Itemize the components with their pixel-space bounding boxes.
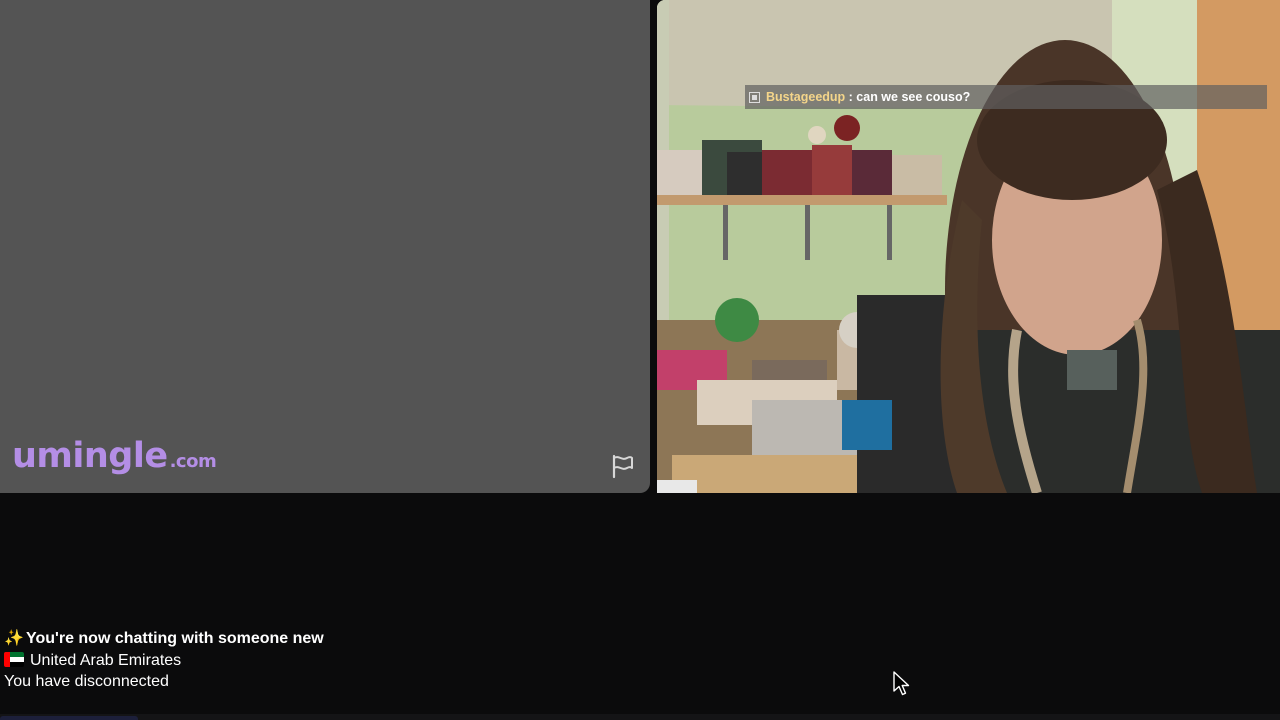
sparkles-icon: ✨	[4, 630, 24, 647]
logo-tld: .com	[169, 451, 217, 472]
report-button[interactable]	[609, 452, 637, 480]
chat-line-new-partner: ✨ You're now chatting with someone new	[4, 628, 324, 650]
input-tab[interactable]	[0, 716, 138, 720]
self-video-panel: umingle .com	[0, 0, 650, 493]
chat-line-text: United Arab Emirates	[30, 651, 182, 669]
overlay-separator: :	[845, 90, 857, 104]
chat-line-text: You're now chatting with someone new	[26, 630, 324, 647]
overlay-username: Bustageedup	[766, 90, 846, 104]
uae-flag-icon	[4, 651, 24, 667]
chat-log: ✨ You're now chatting with someone new Un…	[4, 628, 324, 693]
checkbox-icon	[749, 91, 760, 103]
umingle-logo: umingle .com	[12, 436, 217, 476]
mouse-pointer-icon	[893, 671, 910, 696]
stranger-video-panel: Bustageedup : can we see couso?	[657, 0, 1280, 493]
logo-main: umingle	[12, 436, 168, 476]
chat-line-country: United Arab Emirates	[4, 650, 324, 672]
flag-icon	[612, 454, 633, 479]
webcam-feed	[657, 0, 1280, 493]
chat-line-text: You have disconnected	[4, 673, 169, 690]
chat-input-bar	[0, 714, 1280, 720]
overlay-message: can we see couso?	[856, 90, 971, 104]
stranger-message-overlay: Bustageedup : can we see couso?	[745, 85, 1267, 109]
chat-line-disconnected: You have disconnected	[4, 671, 324, 693]
